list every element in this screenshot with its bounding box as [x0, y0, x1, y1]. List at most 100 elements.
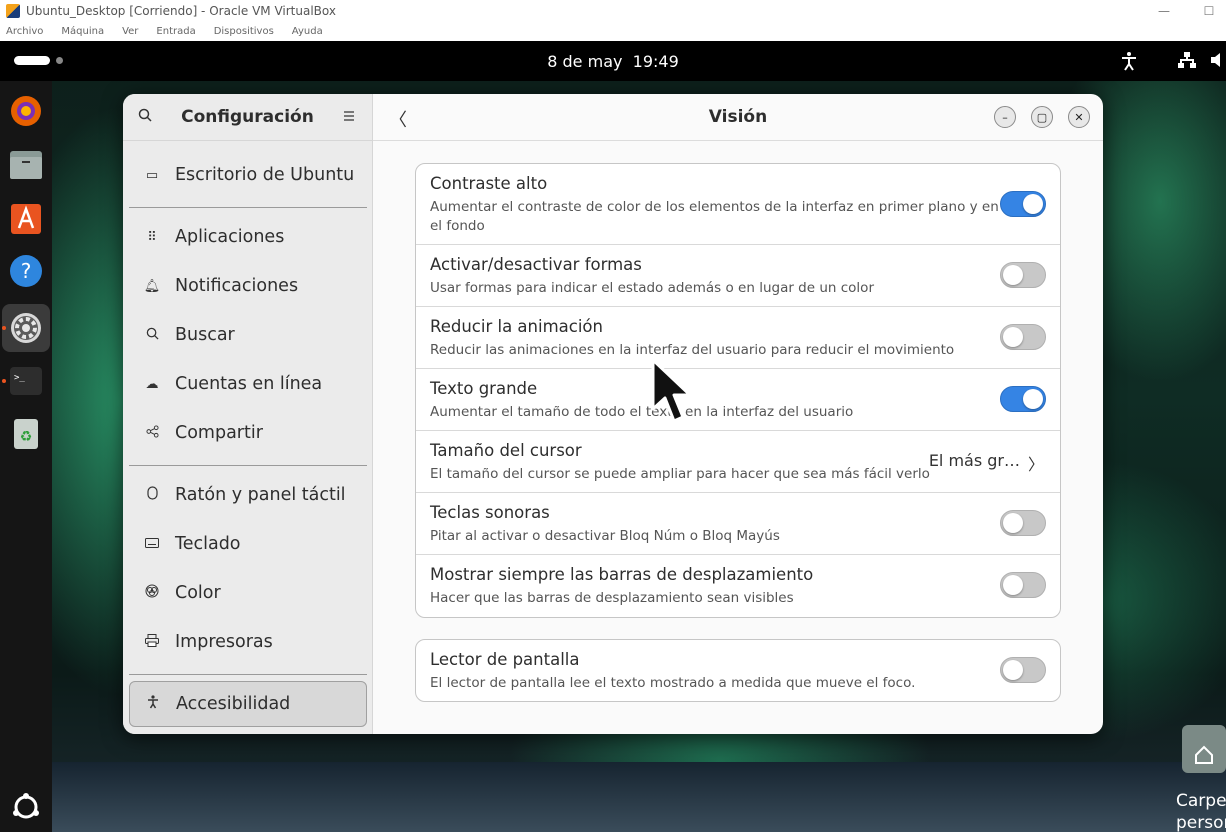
settings-window: Configuración ▭ Escritorio de Ubuntu ⠿ A…	[123, 94, 1103, 734]
sidebar-item-notificaciones[interactable]: 🔔︎ Notificaciones	[129, 263, 367, 309]
virtualbox-icon	[6, 4, 20, 18]
row-activar-formas[interactable]: Activar/desactivar formas Usar formas pa…	[416, 245, 1060, 307]
color-icon	[143, 584, 161, 602]
sidebar-item-label: Aplicaciones	[175, 227, 285, 247]
ubuntu-desktop: 8 de may 19:49 ? >_ ♻ Configuración ▭ Es…	[0, 41, 1226, 832]
main-header: 〈 Visión – ▢ ✕	[373, 94, 1103, 141]
row-title: Texto grande	[430, 379, 538, 398]
sidebar-item-impresoras[interactable]: Impresoras	[129, 619, 367, 665]
row-title: Teclas sonoras	[430, 503, 550, 522]
sidebar-item-label: Buscar	[175, 325, 235, 345]
app-center-icon[interactable]	[6, 198, 46, 238]
sidebar-item-aplicaciones[interactable]: ⠿ Aplicaciones	[129, 214, 367, 260]
dock: ? >_ ♻	[0, 81, 52, 832]
sidebar-item-label: Cuentas en línea	[175, 374, 323, 394]
bell-icon: 🔔︎	[143, 278, 161, 294]
minimize-icon[interactable]: —	[1152, 0, 1176, 22]
row-subtitle: El lector de pantalla lee el texto mostr…	[430, 675, 916, 691]
mouse-pointer-icon	[651, 358, 692, 423]
keyboard-icon	[143, 537, 161, 552]
svg-text:♻: ♻	[20, 429, 33, 445]
sidebar-item-teclado[interactable]: Teclado	[129, 521, 367, 567]
accessibility-menu-icon[interactable]	[1120, 51, 1138, 76]
volume-icon[interactable]	[1210, 51, 1226, 74]
vbox-titlebar: Ubuntu_Desktop [Corriendo] - Oracle VM V…	[0, 0, 1226, 22]
row-title: Mostrar siempre las barras de desplazami…	[430, 565, 814, 584]
hamburger-menu-icon[interactable]	[343, 108, 355, 126]
screen-reader-toggle[interactable]	[1000, 657, 1046, 683]
row-texto-grande[interactable]: Texto grande Aumentar el tamaño de todo …	[416, 369, 1060, 431]
clock-time: 19:49	[632, 52, 679, 71]
maximize-icon[interactable]: ☐	[1197, 0, 1221, 22]
printer-icon	[143, 633, 161, 651]
trash-icon[interactable]: ♻	[6, 414, 46, 454]
shapes-toggle[interactable]	[1000, 262, 1046, 288]
sidebar-item-label: Compartir	[175, 423, 263, 443]
menu-entrada[interactable]: Entrada	[156, 26, 195, 37]
settings-main-pane: 〈 Visión – ▢ ✕ Contraste alto Aumentar e…	[373, 94, 1103, 734]
accessibility-icon	[144, 695, 162, 713]
sidebar-item-compartir[interactable]: Compartir	[129, 410, 367, 456]
home-folder-icon[interactable]	[1182, 725, 1226, 773]
screen-reader-group: Lector de pantalla El lector de pantalla…	[415, 639, 1061, 702]
row-reducir-animacion[interactable]: Reducir la animación Reducir las animaci…	[416, 307, 1060, 369]
sidebar-item-color[interactable]: Color	[129, 570, 367, 616]
files-icon[interactable]	[6, 145, 46, 185]
row-title: Reducir la animación	[430, 317, 603, 336]
clock[interactable]: 8 de may 19:49	[0, 52, 1226, 71]
chevron-right-icon: 〉	[1027, 455, 1044, 474]
svg-text:?: ?	[21, 259, 32, 283]
sidebar-item-raton[interactable]: Ratón y panel táctil	[129, 472, 367, 518]
row-subtitle: Pitar al activar o desactivar Bloq Núm o…	[430, 528, 780, 544]
running-indicator	[2, 379, 6, 383]
minimize-button[interactable]: –	[994, 106, 1016, 128]
row-tamano-cursor[interactable]: Tamaño del cursor El tamaño del cursor s…	[416, 431, 1060, 493]
sidebar-item-label: Escritorio de Ubuntu	[175, 165, 355, 185]
sidebar-item-label: Notificaciones	[175, 276, 299, 296]
sidebar-item-buscar[interactable]: Buscar	[129, 312, 367, 358]
desktop-icon: ▭	[145, 167, 159, 183]
running-indicator	[2, 326, 6, 330]
svg-text:>_: >_	[14, 373, 25, 383]
menu-maquina[interactable]: Máquina	[61, 26, 104, 37]
row-subtitle: Hacer que las barras de desplazamiento s…	[430, 590, 794, 606]
row-barras-desplazamiento[interactable]: Mostrar siempre las barras de desplazami…	[416, 555, 1060, 617]
sidebar-item-escritorio[interactable]: ▭ Escritorio de Ubuntu	[129, 152, 367, 198]
firefox-icon[interactable]	[6, 91, 46, 131]
sidebar-header: Configuración	[123, 94, 372, 141]
help-icon[interactable]: ?	[6, 251, 46, 291]
row-subtitle: El tamaño del cursor se puede ampliar pa…	[430, 466, 930, 482]
high-contrast-toggle[interactable]	[1000, 191, 1046, 217]
row-title: Lector de pantalla	[430, 650, 580, 669]
sidebar-item-cuentas[interactable]: ☁︎ Cuentas en línea	[129, 361, 367, 407]
sidebar-item-accesibilidad[interactable]: Accesibilidad	[129, 681, 367, 727]
menu-ver[interactable]: Ver	[122, 26, 138, 37]
terminal-icon[interactable]: >_	[6, 361, 46, 401]
close-button[interactable]: ✕	[1068, 106, 1090, 128]
menu-dispositivos[interactable]: Dispositivos	[214, 26, 274, 37]
row-title: Activar/desactivar formas	[430, 255, 642, 274]
sidebar-item-label: Impresoras	[175, 632, 273, 652]
row-title: Tamaño del cursor	[430, 441, 582, 460]
home-label-line: persor	[1176, 813, 1226, 832]
sidebar-divider	[129, 674, 367, 675]
scrollbars-toggle[interactable]	[1000, 572, 1046, 598]
cursor-size-value: El más gr…	[928, 451, 1020, 470]
show-apps-icon[interactable]	[6, 787, 46, 827]
network-icon[interactable]	[1177, 51, 1197, 74]
row-lector-pantalla[interactable]: Lector de pantalla El lector de pantalla…	[416, 640, 1060, 701]
sidebar-item-label: Accesibilidad	[176, 694, 291, 714]
row-teclas-sonoras[interactable]: Teclas sonoras Pitar al activar o desact…	[416, 493, 1060, 555]
sound-keys-toggle[interactable]	[1000, 510, 1046, 536]
home-folder-label: Carpe persor	[1176, 790, 1226, 832]
menu-archivo[interactable]: Archivo	[6, 26, 43, 37]
vbox-window-title: Ubuntu_Desktop [Corriendo] - Oracle VM V…	[26, 4, 336, 18]
sidebar-item-label: Teclado	[175, 534, 241, 554]
settings-app-icon[interactable]	[2, 304, 50, 352]
cloud-icon: ☁︎	[145, 376, 159, 392]
large-text-toggle[interactable]	[1000, 386, 1046, 412]
menu-ayuda[interactable]: Ayuda	[292, 26, 323, 37]
maximize-button[interactable]: ▢	[1031, 106, 1053, 128]
row-contraste-alto[interactable]: Contraste alto Aumentar el contraste de …	[416, 164, 1060, 245]
reduce-animation-toggle[interactable]	[1000, 324, 1046, 350]
